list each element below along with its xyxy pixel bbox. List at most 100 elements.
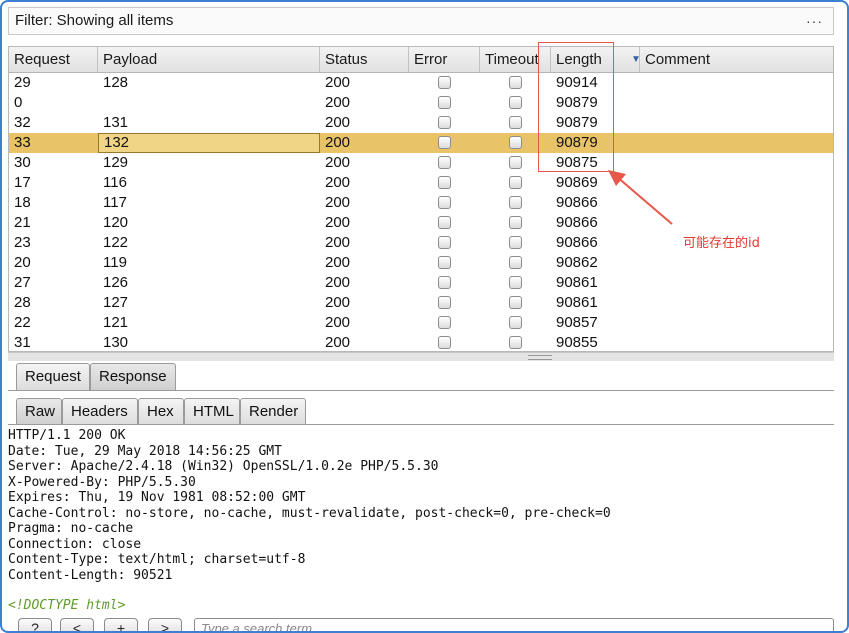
view-tab-raw[interactable]: Raw — [16, 398, 62, 425]
cell-request: 17 — [14, 174, 31, 191]
view-tab-render[interactable]: Render — [240, 398, 306, 425]
add-button[interactable]: + — [104, 618, 138, 631]
cell-payload: 121 — [103, 314, 129, 331]
column-header-request[interactable]: Request — [9, 47, 98, 72]
timeout-checkbox[interactable] — [509, 76, 522, 89]
more-options-icon[interactable]: ··· — [806, 8, 823, 34]
tab-response[interactable]: Response — [90, 363, 176, 390]
error-checkbox[interactable] — [438, 236, 451, 249]
response-header-line: Expires: Thu, 19 Nov 1981 08:52:00 GMT — [8, 490, 306, 505]
splitter-grip-icon[interactable] — [528, 355, 552, 360]
cell-payload: 127 — [103, 294, 129, 311]
annotation-arrow-icon — [608, 170, 673, 225]
timeout-checkbox[interactable] — [509, 216, 522, 229]
error-checkbox[interactable] — [438, 276, 451, 289]
error-checkbox[interactable] — [438, 136, 451, 149]
response-header-line: HTTP/1.1 200 OK — [8, 428, 126, 443]
column-header-comment[interactable]: Comment — [640, 47, 833, 72]
previous-button[interactable]: < — [60, 618, 94, 631]
view-tab-html[interactable]: HTML — [184, 398, 240, 425]
table-row[interactable]: 30 129 200 90875 — [9, 153, 833, 173]
cell-status: 200 — [325, 134, 351, 151]
table-row[interactable]: 20 119 200 90862 — [9, 253, 833, 273]
timeout-checkbox[interactable] — [509, 156, 522, 169]
cell-payload: 131 — [103, 114, 129, 131]
error-checkbox[interactable] — [438, 96, 451, 109]
table-row[interactable]: 29 128 200 90914 — [9, 73, 833, 93]
timeout-checkbox[interactable] — [509, 256, 522, 269]
cell-status: 200 — [325, 114, 351, 131]
table-row[interactable]: 18 117 200 90866 — [9, 193, 833, 213]
cell-payload: 130 — [103, 334, 129, 351]
column-header-error[interactable]: Error — [409, 47, 480, 72]
cell-request: 33 — [14, 134, 31, 151]
cell-payload: 129 — [103, 154, 129, 171]
table-row[interactable]: 17 116 200 90869 — [9, 173, 833, 193]
timeout-checkbox[interactable] — [509, 116, 522, 129]
response-body[interactable]: HTTP/1.1 200 OK Date: Tue, 29 May 2018 14… — [8, 428, 834, 614]
table-body: 29 128 200 90914 0 200 90879 32 131 200 90879 33 132… — [9, 73, 833, 351]
cell-payload: 122 — [103, 234, 129, 251]
timeout-checkbox[interactable] — [509, 336, 522, 349]
table-row[interactable]: 21 120 200 90866 — [9, 213, 833, 233]
filter-text: Filter: Showing all items — [15, 12, 174, 29]
error-checkbox[interactable] — [438, 216, 451, 229]
error-checkbox[interactable] — [438, 316, 451, 329]
table-row[interactable]: 32 131 200 90879 — [9, 113, 833, 133]
cell-request: 28 — [14, 294, 31, 311]
response-header-line: Pragma: no-cache — [8, 521, 134, 536]
response-header-line: Connection: close — [8, 536, 142, 552]
error-checkbox[interactable] — [438, 196, 451, 209]
timeout-checkbox[interactable] — [509, 96, 522, 109]
error-checkbox[interactable] — [438, 176, 451, 189]
error-checkbox[interactable] — [438, 116, 451, 129]
error-checkbox[interactable] — [438, 336, 451, 349]
tab-request[interactable]: Request — [16, 363, 90, 390]
response-header-line: Date: Tue, 29 May 2018 14:56:25 GMT — [8, 443, 282, 459]
timeout-checkbox[interactable] — [509, 236, 522, 249]
timeout-checkbox[interactable] — [509, 196, 522, 209]
cell-status: 200 — [325, 94, 351, 111]
pane-splitter[interactable] — [8, 352, 834, 361]
view-tab-hex[interactable]: Hex — [138, 398, 184, 425]
next-button[interactable]: > — [148, 618, 182, 631]
view-tab-headers[interactable]: Headers — [62, 398, 138, 425]
cell-length: 90866 — [556, 234, 598, 251]
results-table: Request Payload Status Error Timeout Length ▼ C… — [8, 46, 834, 352]
cell-status: 200 — [325, 274, 351, 291]
search-input[interactable]: Type a search term — [194, 618, 834, 631]
response-header-line: Cache-Control: no-store, no-cache, must-… — [8, 505, 611, 521]
cell-length: 90861 — [556, 274, 598, 291]
table-row[interactable]: 28 127 200 90861 — [9, 293, 833, 313]
table-row[interactable]: 33 132 200 90879 — [9, 133, 833, 153]
help-button[interactable]: ? — [18, 618, 52, 631]
table-row[interactable]: 22 121 200 90857 — [9, 313, 833, 333]
doctype-line: <!DOCTYPE html> — [8, 598, 126, 613]
cell-length: 90857 — [556, 314, 598, 331]
cell-length: 90862 — [556, 254, 598, 271]
column-header-status[interactable]: Status — [320, 47, 409, 72]
annotation-highlight-box — [538, 42, 614, 172]
table-row[interactable]: 0 200 90879 — [9, 93, 833, 113]
filter-bar[interactable]: Filter: Showing all items ··· — [8, 7, 834, 35]
cell-payload: 117 — [103, 194, 127, 211]
cell-status: 200 — [325, 314, 351, 331]
cell-status: 200 — [325, 74, 351, 91]
timeout-checkbox[interactable] — [509, 136, 522, 149]
column-header-payload[interactable]: Payload — [98, 47, 320, 72]
cell-request: 22 — [14, 314, 31, 331]
timeout-checkbox[interactable] — [509, 176, 522, 189]
column-label: Timeout — [485, 51, 539, 68]
error-checkbox[interactable] — [438, 256, 451, 269]
cell-request: 29 — [14, 74, 31, 91]
timeout-checkbox[interactable] — [509, 296, 522, 309]
timeout-checkbox[interactable] — [509, 316, 522, 329]
cell-length: 90855 — [556, 334, 598, 351]
cell-status: 200 — [325, 294, 351, 311]
error-checkbox[interactable] — [438, 296, 451, 309]
error-checkbox[interactable] — [438, 76, 451, 89]
table-row[interactable]: 27 126 200 90861 — [9, 273, 833, 293]
error-checkbox[interactable] — [438, 156, 451, 169]
table-row[interactable]: 31 130 200 90855 — [9, 333, 833, 351]
timeout-checkbox[interactable] — [509, 276, 522, 289]
